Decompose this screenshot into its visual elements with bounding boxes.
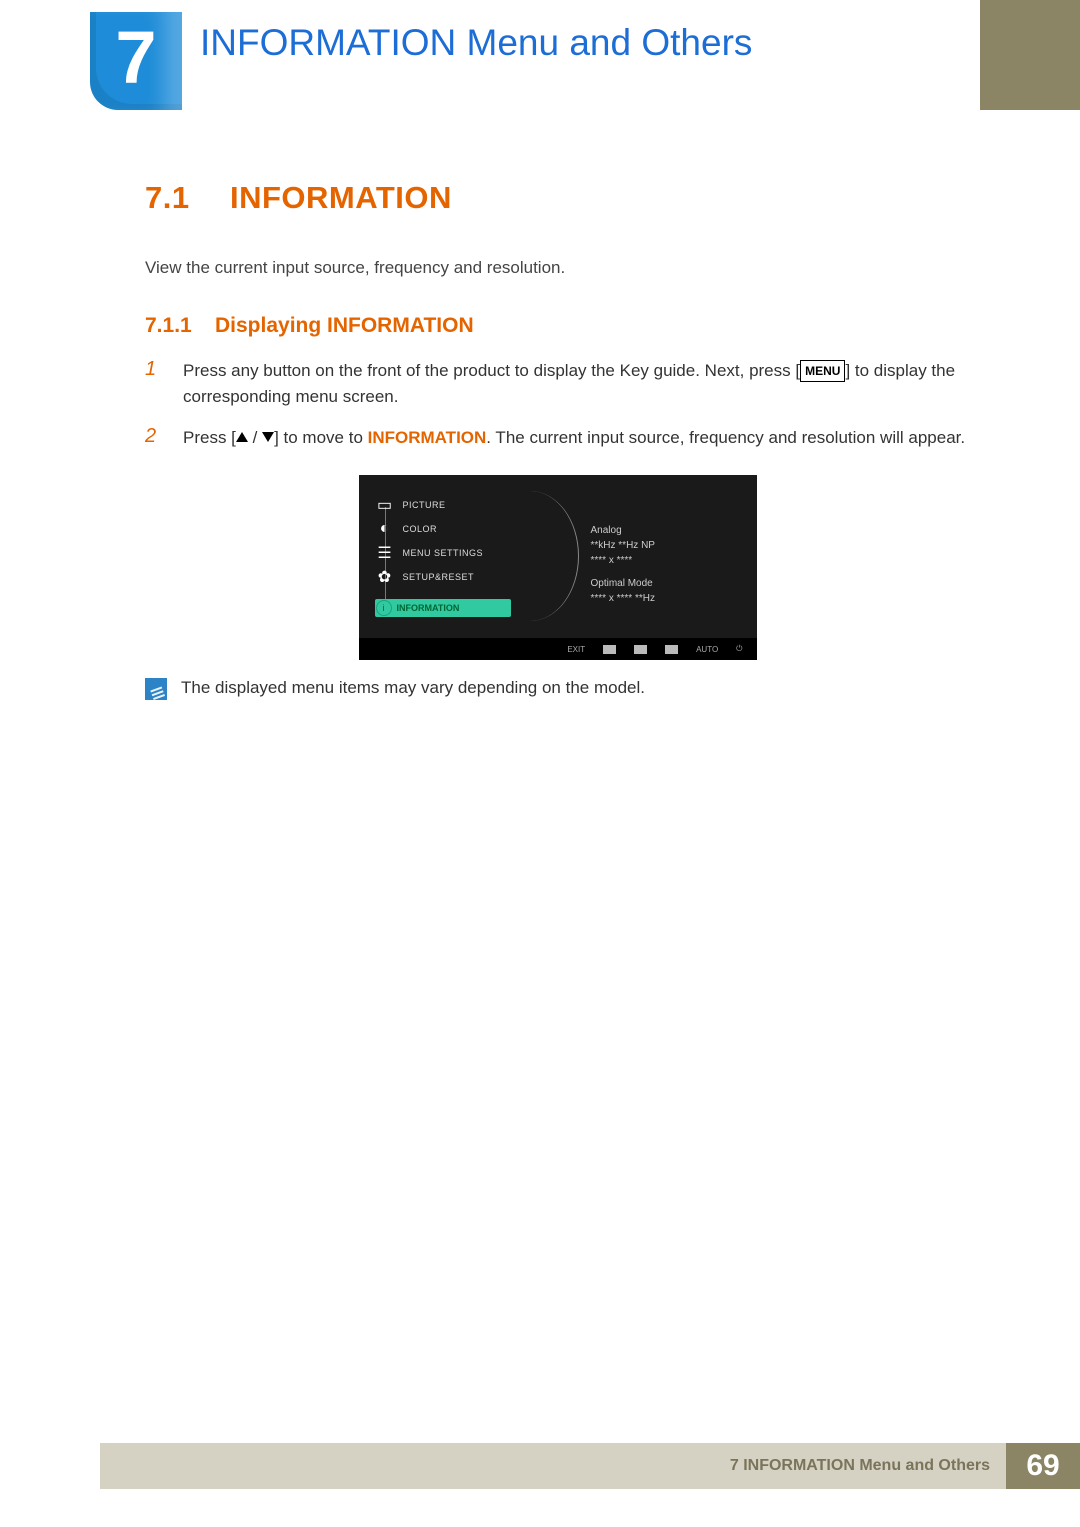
menu-key-icon: MENU bbox=[800, 360, 845, 382]
section-number: 7.1 bbox=[145, 180, 230, 216]
osd-info-line: **** x **** bbox=[591, 553, 655, 568]
note-text: The displayed menu items may vary depend… bbox=[181, 678, 645, 698]
chapter-badge: 7 bbox=[90, 12, 182, 110]
note-icon bbox=[145, 678, 167, 700]
step-number: 2 bbox=[145, 425, 163, 451]
footer-text: 7 INFORMATION Menu and Others bbox=[730, 1457, 990, 1475]
osd-enter-icon bbox=[665, 645, 678, 654]
section-heading: 7.1INFORMATION bbox=[145, 180, 970, 216]
osd-info-line: Optimal Mode bbox=[591, 576, 655, 591]
osd-down-icon bbox=[603, 645, 616, 654]
osd-menu-list: ▭ PICTURE ◐ COLOR ☰ MENU SETTINGS ✿ SETU… bbox=[377, 493, 484, 589]
step-2: 2 Press [ / ] to move to INFORMATION. Th… bbox=[145, 425, 970, 451]
picture-icon: ▭ bbox=[377, 497, 393, 513]
side-accent bbox=[980, 0, 1080, 110]
note: The displayed menu items may vary depend… bbox=[145, 678, 970, 700]
down-arrow-icon bbox=[262, 432, 274, 442]
subsection-number: 7.1.1 bbox=[145, 314, 215, 338]
gear-icon: ✿ bbox=[377, 569, 393, 585]
page-footer: 7 INFORMATION Menu and Others 69 bbox=[100, 1443, 1080, 1489]
osd-info-line: **kHz **Hz NP bbox=[591, 538, 655, 553]
osd-info-line: Analog bbox=[591, 523, 655, 538]
osd-info-panel: Analog **kHz **Hz NP **** x **** Optimal… bbox=[591, 523, 655, 606]
chapter-number: 7 bbox=[115, 21, 156, 95]
osd-control-bar: EXIT AUTO ⏻ bbox=[359, 638, 757, 660]
up-arrow-icon bbox=[236, 432, 248, 442]
page-content: 7.1INFORMATION View the current input so… bbox=[145, 180, 970, 700]
subsection-title: Displaying INFORMATION bbox=[215, 314, 474, 337]
osd-power-icon: ⏻ bbox=[736, 644, 742, 654]
settings-icon: ☰ bbox=[377, 545, 393, 561]
osd-item-information-selected: i INFORMATION bbox=[375, 599, 511, 617]
footer-bar: 7 INFORMATION Menu and Others bbox=[100, 1443, 1006, 1489]
chapter-title: INFORMATION Menu and Others bbox=[200, 22, 752, 64]
step-text: Press any button on the front of the pro… bbox=[183, 358, 970, 411]
osd-panel: ▭ PICTURE ◐ COLOR ☰ MENU SETTINGS ✿ SETU… bbox=[359, 475, 757, 660]
osd-item-menu-settings: ☰ MENU SETTINGS bbox=[377, 541, 484, 565]
osd-exit-label: EXIT bbox=[567, 645, 585, 654]
step-text: Press [ / ] to move to INFORMATION. The … bbox=[183, 425, 965, 451]
section-intro: View the current input source, frequency… bbox=[145, 258, 970, 278]
step-number: 1 bbox=[145, 358, 163, 411]
osd-auto-label: AUTO bbox=[696, 645, 718, 654]
information-keyword: INFORMATION bbox=[368, 428, 487, 447]
osd-divider-curve bbox=[509, 491, 579, 621]
osd-item-color: ◐ COLOR bbox=[377, 517, 484, 541]
section-title: INFORMATION bbox=[230, 180, 452, 215]
steps-list: 1 Press any button on the front of the p… bbox=[145, 358, 970, 451]
osd-item-setup: ✿ SETUP&RESET bbox=[377, 565, 484, 589]
osd-up-icon bbox=[634, 645, 647, 654]
step-1: 1 Press any button on the front of the p… bbox=[145, 358, 970, 411]
osd-info-line: **** x **** **Hz bbox=[591, 591, 655, 606]
subsection-heading: 7.1.1Displaying INFORMATION bbox=[145, 314, 970, 338]
page-number: 69 bbox=[1006, 1443, 1080, 1489]
osd-item-picture: ▭ PICTURE bbox=[377, 493, 484, 517]
info-icon: i bbox=[376, 600, 392, 616]
color-icon: ◐ bbox=[377, 521, 393, 537]
osd-screenshot: ▭ PICTURE ◐ COLOR ☰ MENU SETTINGS ✿ SETU… bbox=[145, 475, 970, 660]
